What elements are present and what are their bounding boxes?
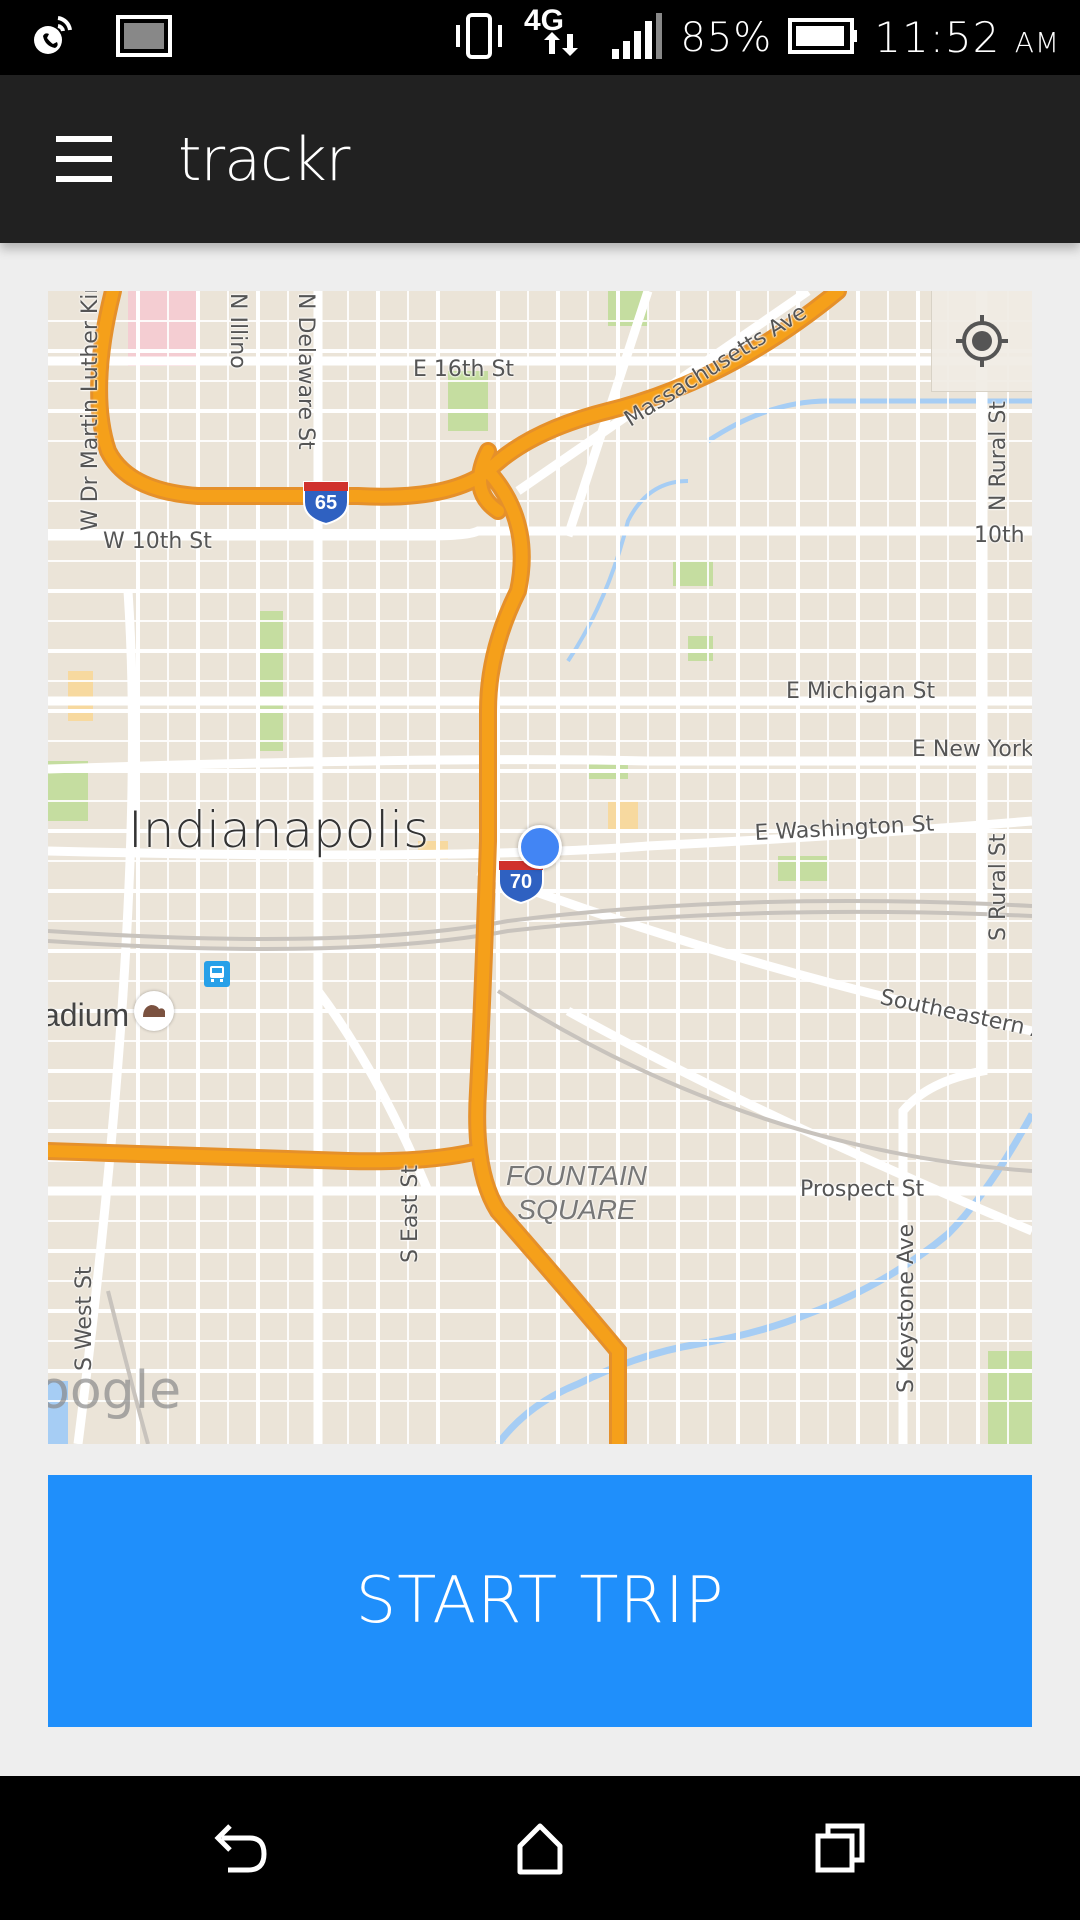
interstate-70-label: 70 bbox=[509, 871, 533, 893]
district-label-line1: FOUNTAIN bbox=[506, 1160, 648, 1191]
lte-data-icon: 4G bbox=[524, 4, 594, 72]
stadium-icon[interactable] bbox=[134, 991, 174, 1031]
back-button[interactable] bbox=[180, 1806, 300, 1890]
hamburger-menu-icon[interactable] bbox=[40, 117, 128, 201]
wifi-calling-icon bbox=[28, 12, 76, 65]
svg-text:4G: 4G bbox=[524, 4, 564, 37]
street-label: W Dr Martin Luther King J bbox=[78, 291, 103, 531]
street-label: E Michigan St bbox=[786, 679, 936, 704]
clock-time: 11:52 bbox=[874, 13, 1001, 62]
home-icon bbox=[517, 1823, 563, 1875]
app-title: trackr bbox=[178, 125, 350, 195]
interstate-65-label: 65 bbox=[314, 492, 338, 514]
my-location-icon bbox=[956, 315, 1008, 367]
stadium-label: adium bbox=[48, 997, 130, 1033]
street-label: N Rural St bbox=[986, 401, 1011, 511]
street-label: E 16th St bbox=[413, 357, 515, 382]
street-label: Prospect St bbox=[800, 1177, 925, 1202]
start-trip-button[interactable]: START TRIP bbox=[48, 1475, 1032, 1727]
home-button[interactable] bbox=[480, 1806, 600, 1890]
app-bar: trackr bbox=[0, 75, 1080, 243]
street-label: S Keystone Ave bbox=[894, 1223, 919, 1393]
street-label: N Delaware St bbox=[293, 293, 318, 450]
district-label: FOUNTAIN SQUARE bbox=[506, 1159, 647, 1227]
google-attribution: oogle bbox=[48, 1361, 182, 1421]
street-label: N Illino bbox=[225, 293, 250, 369]
street-label: E New York S bbox=[912, 737, 1032, 762]
recents-icon bbox=[815, 1823, 865, 1873]
status-bar: 4G 85% 11:52 AM bbox=[0, 0, 1080, 75]
vibrate-icon bbox=[450, 11, 508, 65]
navigation-bar bbox=[0, 1776, 1080, 1920]
city-label: Indianapolis bbox=[128, 801, 430, 859]
interstate-65-shield: 65 bbox=[302, 480, 350, 526]
street-label: 10th S bbox=[974, 523, 1032, 548]
signal-icon bbox=[610, 11, 664, 65]
district-label-line2: SQUARE bbox=[517, 1194, 636, 1225]
map-view[interactable]: 65 70 adium Indianapolis FOUNTAIN SQUARE… bbox=[48, 291, 1032, 1444]
back-icon bbox=[214, 1824, 267, 1873]
current-location-dot bbox=[518, 825, 562, 869]
my-location-button[interactable] bbox=[931, 291, 1032, 392]
transit-icon[interactable] bbox=[204, 961, 230, 987]
recents-button[interactable] bbox=[780, 1806, 900, 1890]
street-label: W 10th St bbox=[103, 529, 212, 554]
image-icon bbox=[116, 15, 172, 62]
street-label: S West St bbox=[72, 1266, 97, 1371]
battery-percent: 85% bbox=[680, 14, 773, 61]
street-label: S East St bbox=[398, 1164, 423, 1263]
clock-ampm: AM bbox=[1014, 26, 1060, 59]
clock: 11:52 AM bbox=[874, 13, 1060, 62]
battery-icon bbox=[788, 17, 858, 58]
street-label: S Rural St bbox=[986, 833, 1011, 941]
